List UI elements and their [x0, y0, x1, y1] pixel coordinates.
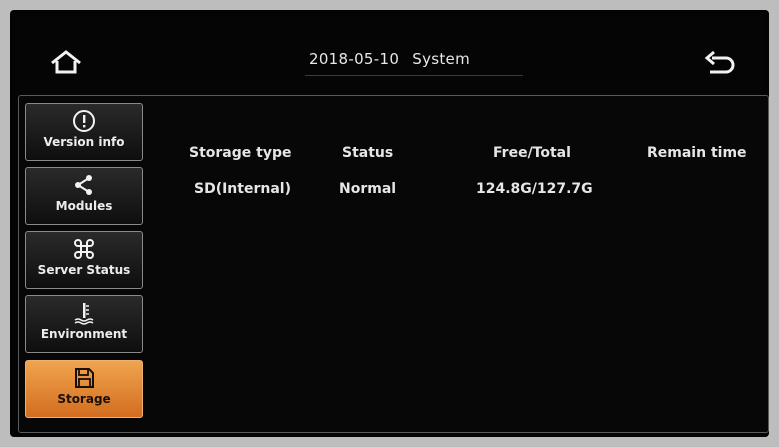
top-bar: 2018-05-10 System	[10, 10, 769, 98]
column-header-remain-time: Remain time	[647, 145, 747, 161]
column-header-status: Status	[342, 145, 394, 161]
column-header-free-total: Free/Total	[493, 145, 571, 161]
sidebar-item-server-status[interactable]: Server Status	[25, 231, 143, 289]
sidebar-item-label: Modules	[55, 199, 113, 213]
title-underline	[305, 75, 523, 76]
content-panel: Version info Modules Server Status Envir…	[18, 95, 769, 433]
info-icon	[73, 110, 95, 132]
floppy-disk-icon	[75, 368, 94, 388]
command-icon	[74, 239, 94, 259]
temperature-icon	[74, 303, 94, 325]
back-button[interactable]	[700, 48, 736, 78]
sidebar-item-label: Environment	[40, 327, 128, 341]
table-cell-free-total: 124.8G/127.7G	[476, 181, 593, 197]
column-header-storage-type: Storage type	[189, 145, 292, 161]
sidebar-item-modules[interactable]: Modules	[25, 167, 143, 225]
sidebar-item-label: Storage	[57, 392, 111, 406]
sidebar-item-version-info[interactable]: Version info	[25, 103, 143, 161]
share-icon	[75, 175, 92, 195]
page-title: 2018-05-10 System	[10, 50, 769, 68]
sidebar-item-label: Server Status	[37, 263, 131, 277]
device-screen: 2018-05-10 System Version info Modules S…	[10, 10, 769, 437]
table-cell-storage-type: SD(Internal)	[194, 181, 291, 197]
table-cell-status: Normal	[339, 181, 397, 197]
back-arrow-icon	[704, 50, 735, 74]
sidebar-item-environment[interactable]: Environment	[25, 295, 143, 353]
title-date: 2018-05-10	[308, 50, 400, 68]
sidebar-item-storage[interactable]: Storage	[25, 360, 143, 418]
title-text: System	[412, 50, 470, 68]
sidebar-item-label: Version info	[43, 135, 125, 149]
